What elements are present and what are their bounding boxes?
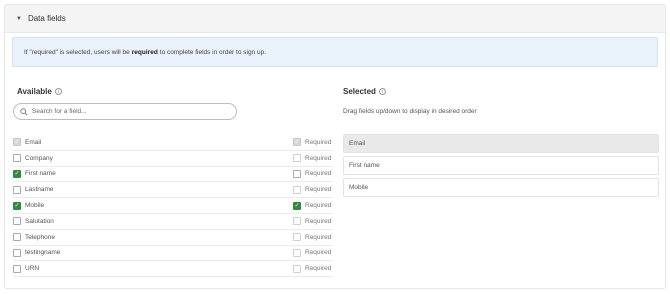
field-label: URN (25, 265, 40, 273)
field-checkbox: ✓ (13, 138, 21, 147)
field-label: Telephone (25, 233, 55, 241)
required-label: Required (305, 138, 332, 146)
required-toggle: Required (293, 264, 332, 273)
field-row: ✓ Mobile ✓ Required (13, 198, 333, 214)
field-checkbox[interactable]: ✓ (13, 169, 21, 178)
required-checkbox (293, 248, 301, 257)
required-toggle: Required (293, 217, 332, 226)
field-checkbox[interactable] (13, 264, 21, 273)
panel-header[interactable]: ▼ Data fields (5, 5, 665, 33)
field-checkbox[interactable] (13, 248, 21, 257)
field-label: Email (25, 138, 42, 146)
field-checkbox[interactable] (13, 217, 21, 226)
required-toggle: Required (293, 248, 332, 257)
field-search[interactable] (13, 103, 237, 120)
field-row: Company Required (13, 151, 333, 167)
info-icon[interactable]: i (54, 88, 62, 95)
required-checkbox: ✓ (293, 138, 301, 147)
field-label: testingname (25, 249, 61, 257)
required-checkbox (293, 217, 301, 226)
field-checkbox[interactable] (13, 233, 21, 242)
panel-title: Data fields (27, 14, 66, 23)
required-toggle: Required (293, 154, 332, 163)
required-label: Required (305, 249, 332, 257)
field-label: Company (25, 154, 53, 162)
search-input[interactable] (32, 108, 222, 115)
required-checkbox[interactable]: ✓ (293, 201, 301, 210)
field-label: Salutation (25, 217, 54, 225)
required-toggle[interactable]: ✓ Required (293, 201, 332, 210)
field-row: Salutation Required (13, 214, 333, 230)
chevron-down-icon[interactable]: ▼ (16, 16, 22, 22)
selected-heading: Selected i (343, 87, 386, 96)
field-checkbox[interactable]: ✓ (13, 201, 21, 210)
field-checkbox[interactable] (13, 154, 21, 163)
required-label: Required (305, 202, 332, 210)
required-toggle: Required (293, 233, 332, 242)
required-checkbox (293, 264, 301, 273)
banner-bold: required (131, 48, 158, 56)
info-icon[interactable]: i (378, 88, 386, 95)
selected-title: Selected (343, 87, 376, 96)
banner-text-before: If "required" is selected, users will be (24, 48, 130, 56)
required-checkbox (293, 233, 301, 242)
field-label: First name (25, 170, 56, 178)
field-row: testingname Required (13, 246, 333, 262)
selected-fields-list: Email First name Mobile (343, 134, 659, 200)
banner-text-after: to complete fields in order to sign up. (159, 48, 267, 56)
available-fields-list: ✓ Email ✓ Required Company Required ✓ First nam… (13, 135, 333, 278)
required-label: Required (305, 170, 332, 178)
field-label: Mobile (25, 202, 45, 210)
field-row: Telephone Required (13, 230, 333, 246)
required-label: Required (305, 233, 332, 241)
required-toggle: ✓ Required (293, 138, 332, 147)
required-toggle: Required (293, 185, 332, 194)
required-checkbox (293, 154, 301, 163)
available-heading: Available i (17, 87, 62, 96)
drag-hint: Drag fields up/down to display in desire… (343, 108, 477, 115)
field-label: Lastname (25, 186, 54, 194)
selected-field-item[interactable]: First name (343, 156, 659, 175)
required-label: Required (305, 265, 332, 273)
field-checkbox[interactable] (13, 185, 21, 194)
required-label: Required (305, 186, 332, 194)
required-toggle[interactable]: Required (293, 169, 332, 178)
field-row: URN Required (13, 261, 333, 278)
field-row: ✓ First name Required (13, 167, 333, 183)
selected-field-item[interactable]: Mobile (343, 178, 659, 197)
field-row: Lastname Required (13, 182, 333, 199)
info-banner: If "required" is selected, users will be… (12, 37, 658, 67)
required-checkbox (293, 185, 301, 194)
required-checkbox[interactable] (293, 169, 301, 178)
field-row: ✓ Email ✓ Required (13, 135, 333, 151)
selected-field-item[interactable]: Email (343, 134, 659, 153)
search-icon (20, 107, 28, 115)
required-label: Required (305, 217, 332, 225)
required-label: Required (305, 154, 332, 162)
available-title: Available (17, 87, 52, 96)
